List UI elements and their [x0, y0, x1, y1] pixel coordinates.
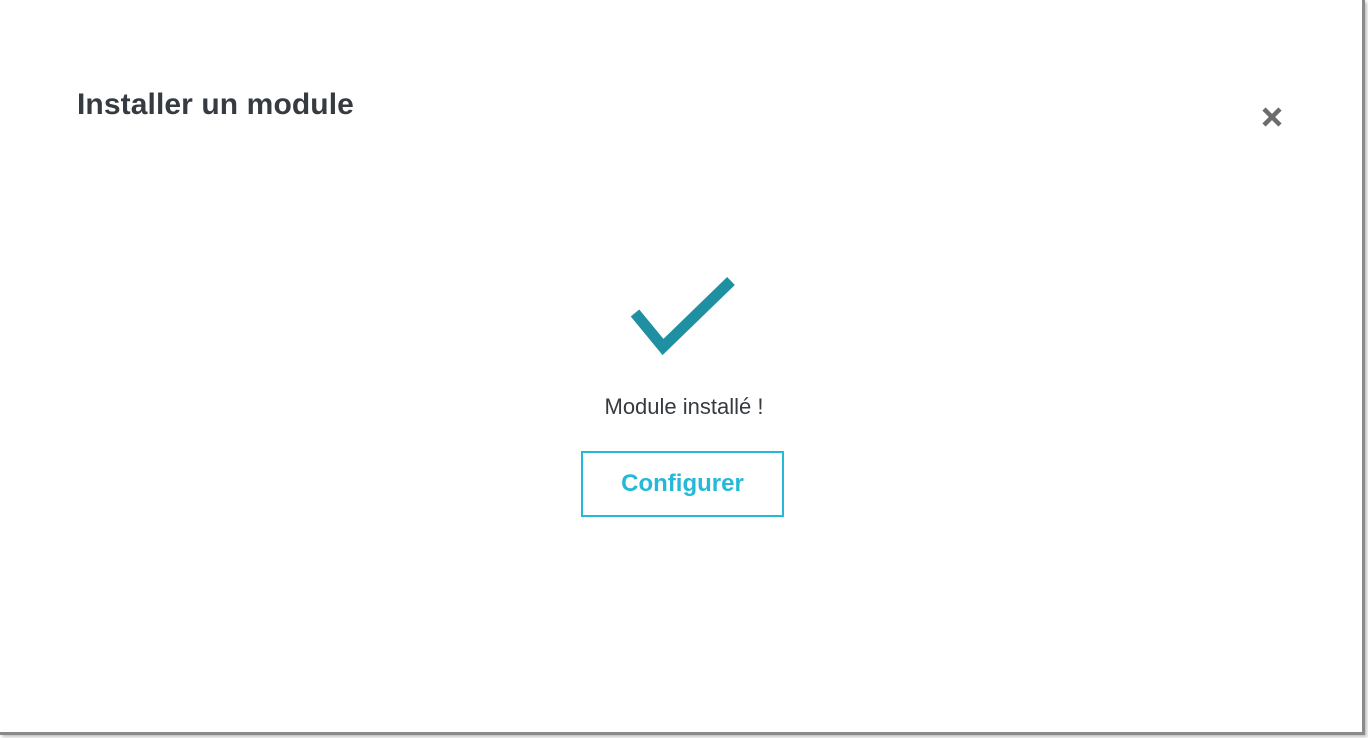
success-message: Module installé !: [604, 394, 764, 419]
dialog-title: Installer un module: [77, 88, 354, 121]
configure-button[interactable]: Configurer: [581, 451, 784, 517]
install-module-dialog: Installer un module Module installé ! Co…: [0, 0, 1365, 735]
close-icon: [1262, 107, 1282, 127]
checkmark-icon: [630, 277, 735, 356]
close-button[interactable]: [1253, 98, 1291, 136]
